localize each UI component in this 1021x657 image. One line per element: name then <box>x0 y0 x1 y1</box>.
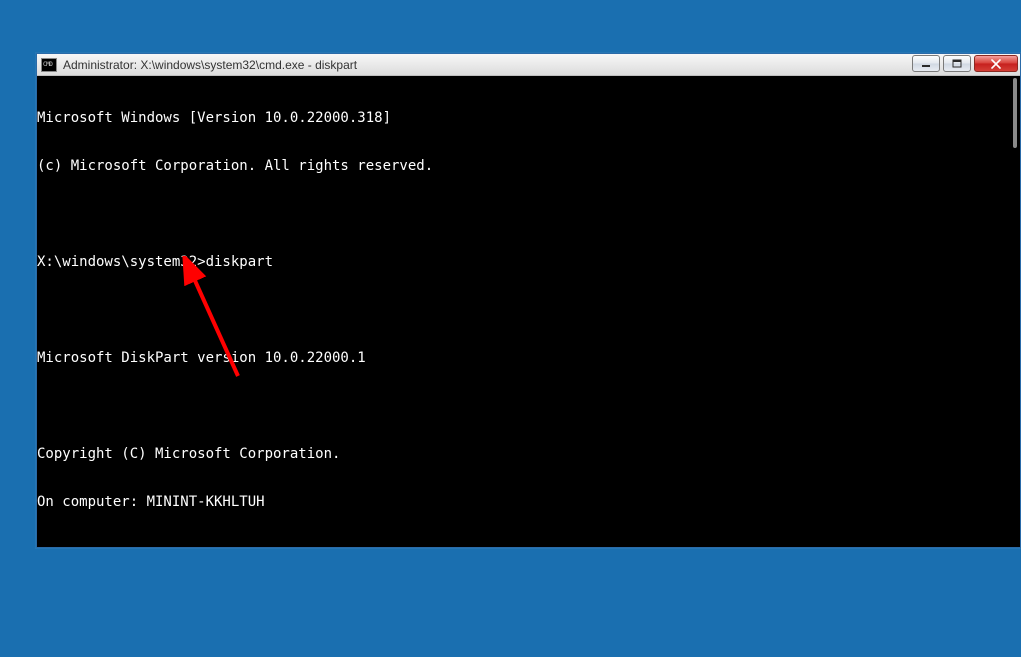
titlebar[interactable]: CMD Administrator: X:\windows\system32\c… <box>37 54 1020 76</box>
terminal-line <box>37 302 1020 318</box>
terminal-line: X:\windows\system32>diskpart <box>37 254 1020 270</box>
close-button[interactable] <box>974 55 1018 72</box>
terminal-line: On computer: MININT-KKHLTUH <box>37 494 1020 510</box>
minimize-icon <box>921 60 931 68</box>
maximize-button[interactable] <box>943 55 971 72</box>
terminal-line: (c) Microsoft Corporation. All rights re… <box>37 158 1020 174</box>
minimize-button[interactable] <box>912 55 940 72</box>
terminal-line <box>37 398 1020 414</box>
cmd-icon: CMD <box>41 58 57 72</box>
window-title: Administrator: X:\windows\system32\cmd.e… <box>63 58 357 72</box>
cmd-icon-label: CMD <box>43 62 52 68</box>
terminal-line: Microsoft Windows [Version 10.0.22000.31… <box>37 110 1020 126</box>
terminal-line <box>37 206 1020 222</box>
cmd-window: CMD Administrator: X:\windows\system32\c… <box>36 53 1021 548</box>
maximize-icon <box>952 59 962 68</box>
terminal-line <box>37 542 1020 547</box>
terminal-line: Microsoft DiskPart version 10.0.22000.1 <box>37 350 1020 366</box>
scrollbar-thumb[interactable] <box>1013 78 1017 148</box>
close-icon <box>990 59 1002 69</box>
window-controls <box>912 55 1018 72</box>
terminal-line: Copyright (C) Microsoft Corporation. <box>37 446 1020 462</box>
terminal-output[interactable]: Microsoft Windows [Version 10.0.22000.31… <box>37 76 1020 547</box>
scrollbar[interactable] <box>1003 76 1020 547</box>
